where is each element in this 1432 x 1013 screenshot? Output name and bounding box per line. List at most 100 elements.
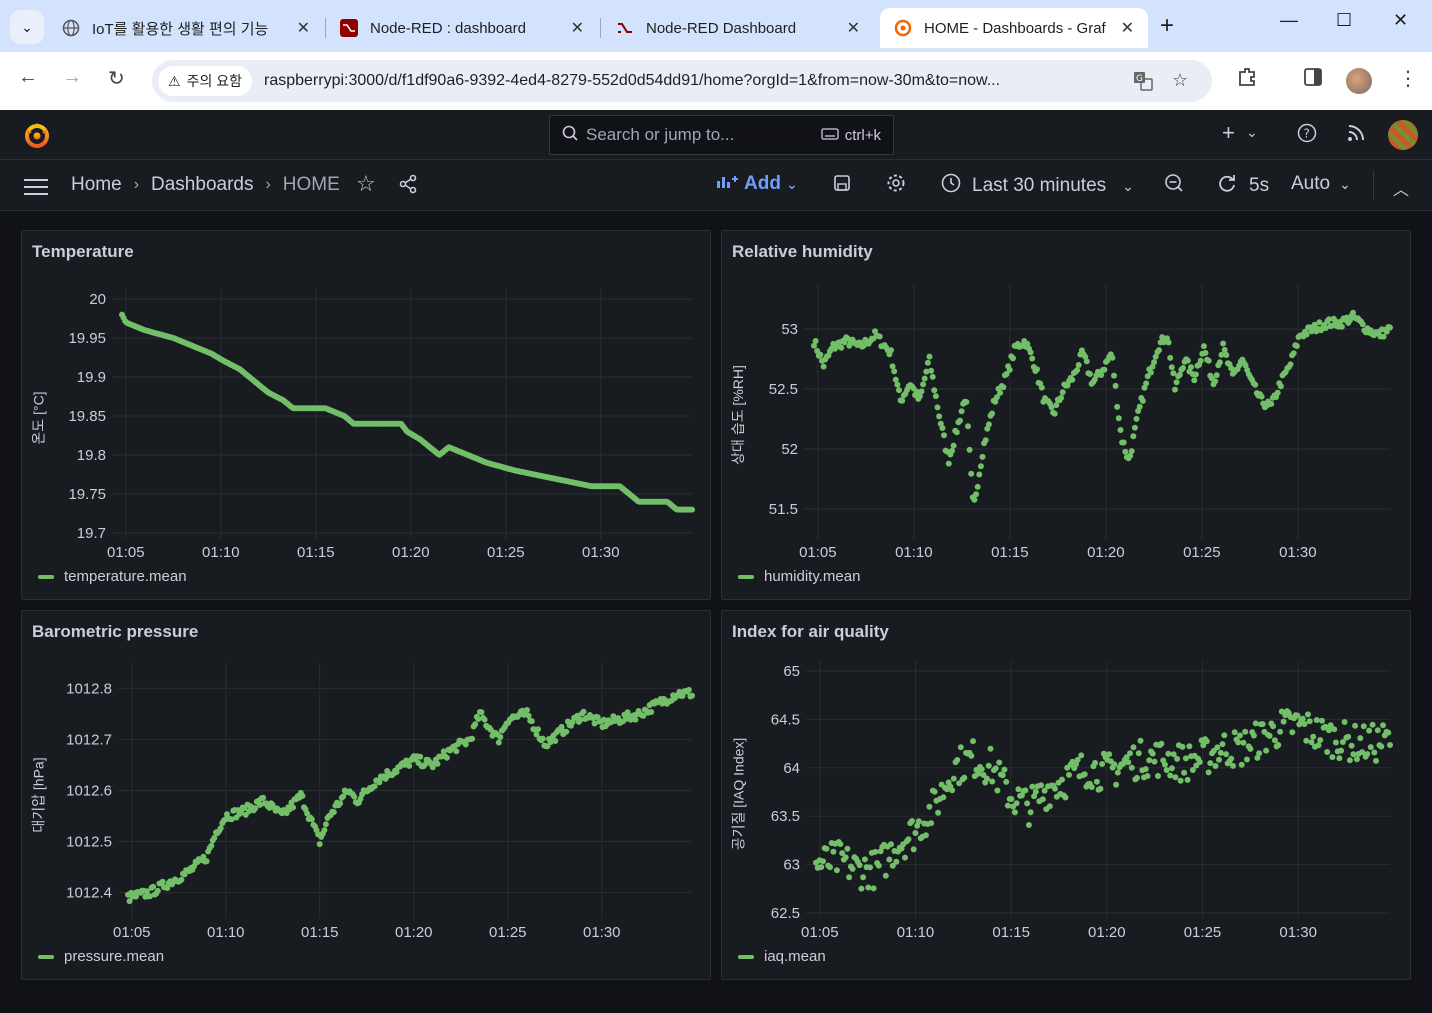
data-point <box>1022 787 1029 794</box>
browser-tab-iot[interactable]: IoT를 활용한 생활 편의 기능 ✕ <box>48 8 324 48</box>
breadcrumb: Home › Dashboards › HOME <box>71 174 340 196</box>
data-point <box>1256 750 1263 757</box>
data-point <box>1158 740 1165 747</box>
add-button[interactable]: Add ⌄ <box>716 173 798 195</box>
data-point <box>912 830 919 836</box>
data-point <box>1247 745 1254 752</box>
x-tick-label: 01:10 <box>207 924 245 941</box>
y-tick-label: 1012.6 <box>66 782 112 799</box>
y-tick-label: 20 <box>89 291 106 308</box>
data-point <box>1374 727 1381 734</box>
chevron-down-icon[interactable]: ⌄ <box>1246 124 1258 141</box>
maximize-icon[interactable]: ☐ <box>1336 10 1352 31</box>
browser-tab-grafana-home[interactable]: HOME - Dashboards - Graf ✕ <box>880 8 1148 48</box>
close-icon[interactable]: ✕ <box>571 18 584 38</box>
data-point <box>299 792 306 799</box>
data-point <box>926 803 933 810</box>
legend-item[interactable]: iaq.mean <box>738 948 826 965</box>
data-point <box>1259 721 1266 728</box>
x-tick-label: 01:20 <box>1087 544 1125 561</box>
chart-humidity: 51.5 52 52.5 53 01:05 01:10 01:15 01:20 01:25 01:… <box>769 283 1393 561</box>
new-tab-icon[interactable]: + <box>1160 12 1174 40</box>
y-tick-label: 19.7 <box>77 525 106 542</box>
panel-barometric-pressure[interactable]: Barometric pressure 1012.4 1012.5 1012.6 10… <box>21 610 711 980</box>
data-point <box>1122 448 1129 455</box>
nav-divider <box>1373 170 1374 200</box>
time-range-picker[interactable]: Last 30 minutes ⌄ <box>941 173 1134 199</box>
data-point <box>1109 354 1116 361</box>
close-icon[interactable]: ✕ <box>1121 18 1134 38</box>
menu-hamburger-icon[interactable] <box>24 174 48 200</box>
forward-icon[interactable]: → <box>62 66 82 89</box>
grafana-search-input[interactable]: Search or jump to... ctrl+k <box>549 115 894 155</box>
help-icon[interactable]: ? <box>1297 123 1317 148</box>
data-point <box>453 748 460 755</box>
data-point <box>1313 717 1320 723</box>
data-point <box>316 841 323 848</box>
browser-tab-node-red-dashboard[interactable]: Node-RED : dashboard ✕ <box>326 8 598 48</box>
panel-relative-humidity[interactable]: Relative humidity 51.5 52 52.5 53 01:05 01:10… <box>721 230 1411 600</box>
tab-search-button[interactable]: ⌄ <box>10 10 44 44</box>
data-point <box>910 846 917 853</box>
y-tick-label: 19.9 <box>77 369 106 386</box>
data-point <box>966 446 973 453</box>
data-point <box>931 387 938 394</box>
x-tick-label: 01:30 <box>1279 544 1317 561</box>
breadcrumb-home[interactable]: Home <box>71 174 122 196</box>
url-text[interactable]: raspberrypi:3000/d/f1df90a6-9392-4ed4-82… <box>264 72 1109 90</box>
reload-icon[interactable]: ↻ <box>108 66 125 91</box>
y-tick-label: 53 <box>781 321 798 338</box>
share-icon[interactable] <box>398 174 418 194</box>
star-icon[interactable]: ☆ <box>356 171 376 197</box>
data-point <box>1275 742 1282 748</box>
panel-temperature[interactable]: Temperature 19.7 19.75 19.8 19.85 19.9 19.95 2… <box>21 230 711 600</box>
user-avatar[interactable] <box>1388 120 1418 150</box>
refresh-button[interactable]: 5s <box>1217 173 1269 199</box>
legend-item[interactable]: temperature.mean <box>38 568 187 585</box>
new-plus-icon[interactable]: + <box>1222 120 1235 146</box>
news-rss-icon[interactable] <box>1346 123 1366 148</box>
back-icon[interactable]: ← <box>18 66 38 89</box>
search-placeholder: Search or jump to... <box>586 125 735 144</box>
security-warning-chip[interactable]: ⚠ 주의 요함 <box>158 66 252 96</box>
data-point <box>886 856 893 863</box>
data-point <box>308 816 315 823</box>
data-point <box>876 333 883 340</box>
minimize-icon[interactable]: — <box>1280 10 1298 31</box>
breadcrumb-dashboards[interactable]: Dashboards <box>151 174 253 196</box>
legend-item[interactable]: humidity.mean <box>738 568 860 585</box>
legend-item[interactable]: pressure.mean <box>38 948 164 965</box>
y-axis-label: 상대 습도 [%RH] <box>729 365 746 465</box>
browser-tab-node-red-dashboard-2[interactable]: Node-RED Dashboard ✕ <box>602 8 874 48</box>
save-icon[interactable] <box>832 173 852 193</box>
data-point <box>1240 739 1247 746</box>
data-point <box>1205 357 1212 364</box>
grafana-logo-icon[interactable] <box>22 120 52 150</box>
chevron-up-icon[interactable]: ︿ <box>1393 176 1409 200</box>
browser-tab-strip: ⌄ IoT를 활용한 생활 편의 기능 ✕ Node-RED : dashboa… <box>0 0 1432 52</box>
tab-title: Node-RED : dashboard <box>370 19 526 37</box>
bookmark-star-icon[interactable]: ☆ <box>1172 70 1188 91</box>
data-point <box>154 887 161 894</box>
close-icon[interactable]: ✕ <box>297 18 310 38</box>
extensions-icon[interactable] <box>1236 66 1258 94</box>
side-panel-icon[interactable] <box>1302 66 1324 94</box>
x-tick-label: 01:15 <box>992 924 1030 941</box>
data-point <box>1192 371 1199 378</box>
panel-air-quality[interactable]: Index for air quality 62.5 63 63.5 64 64.5 65… <box>721 610 1411 980</box>
settings-gear-icon[interactable] <box>886 173 906 193</box>
data-point <box>497 734 504 740</box>
legend-label: temperature.mean <box>64 568 187 585</box>
close-icon[interactable]: ✕ <box>847 18 860 38</box>
profile-avatar[interactable] <box>1346 68 1372 94</box>
refresh-mode-picker[interactable]: Auto ⌄ <box>1291 173 1351 195</box>
zoom-out-icon[interactable] <box>1164 173 1184 193</box>
address-bar[interactable]: ⚠ 주의 요함 raspberrypi:3000/d/f1df90a6-9392… <box>152 60 1212 102</box>
data-point <box>1238 761 1245 768</box>
translate-icon[interactable]: G <box>1132 70 1154 97</box>
chevron-right-icon: › <box>265 176 271 193</box>
menu-kebab-icon[interactable]: ⋮ <box>1398 66 1418 91</box>
data-point <box>931 788 938 795</box>
window-close-icon[interactable]: ✕ <box>1393 10 1408 31</box>
data-point <box>351 793 358 800</box>
